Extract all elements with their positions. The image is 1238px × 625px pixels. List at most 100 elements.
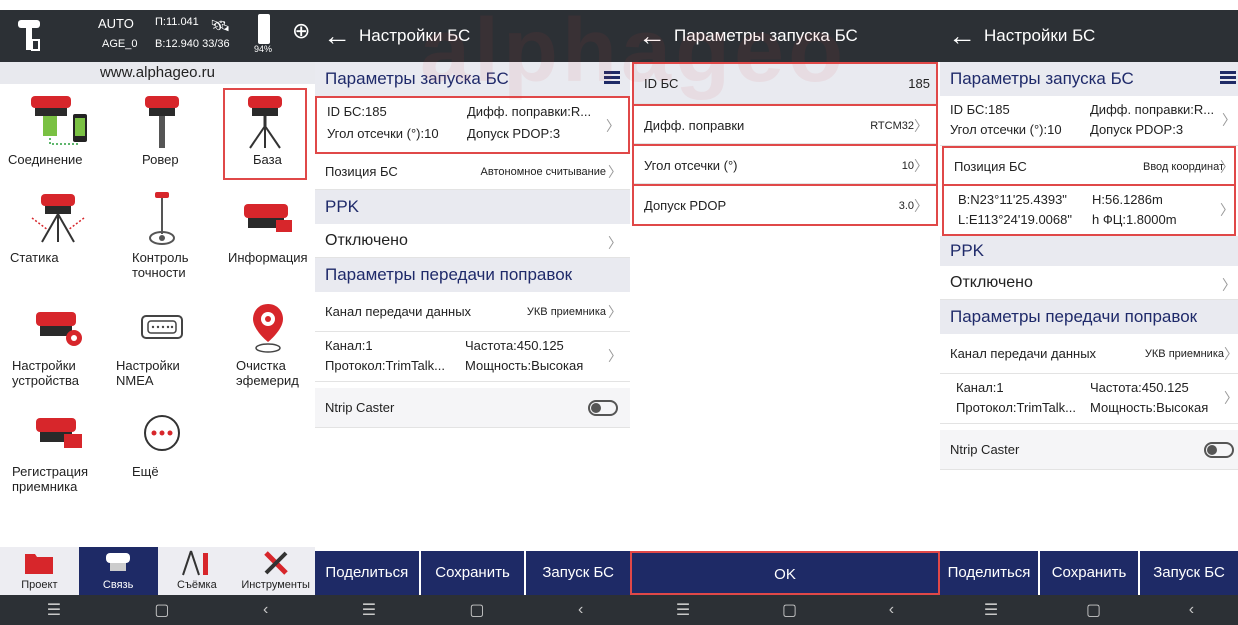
menu-nav-icon[interactable]: ☰ (47, 600, 61, 620)
pdop-text: Допуск PDOP:3 (467, 126, 561, 141)
app-header: ← Параметры запуска БС (630, 10, 940, 62)
vertical-precision: В:12.940 33/36 (155, 38, 230, 50)
row-value: 185 (908, 76, 930, 91)
row-label: Позиция БС (325, 164, 398, 179)
base-position-row[interactable]: Позиция БС Автономное считывание 〉 (315, 154, 630, 190)
save-button[interactable]: Сохранить (420, 551, 525, 595)
start-params-row[interactable]: ID БС:185 Дифф. поправки:R... Угол отсеч… (940, 96, 1238, 146)
menu-item-nmea-settings[interactable]: Настройки NMEA (112, 296, 212, 388)
list-menu-icon[interactable] (1220, 71, 1236, 85)
menu-item-clear-ephemeris[interactable]: Очистка эфемерид (218, 296, 315, 388)
main-menu-screen: AUTO AGE_0 П:11.041 В:12.940 33/36 🛰 94%… (0, 10, 315, 625)
back-arrow-icon[interactable]: ← (315, 10, 359, 62)
gps-receiver-icon (18, 20, 40, 51)
data-channel-row[interactable]: Канал передачи данных УКВ приемника 〉 (940, 334, 1238, 374)
share-button[interactable]: Поделиться (315, 551, 419, 595)
ntrip-toggle[interactable] (1204, 442, 1234, 458)
tab-project[interactable]: Проект (0, 547, 79, 595)
menu-item-more[interactable]: Ещё (112, 402, 212, 479)
section-header-ppk: PPK (940, 236, 1238, 266)
tab-connection[interactable]: Связь (78, 547, 158, 595)
compass-survey-icon (158, 547, 237, 579)
ntrip-toggle[interactable] (588, 400, 618, 416)
base-id-row[interactable]: ID БС 185 (634, 64, 936, 104)
menu-item-static[interactable]: Статика (8, 188, 108, 265)
home-nav-icon[interactable]: ▢ (782, 600, 797, 620)
horizontal-precision: П:11.041 (155, 16, 199, 28)
row-value: УКВ приемника (1144, 348, 1224, 360)
section-header-correction-transfer: Параметры передачи поправок (315, 258, 630, 292)
menu-item-receiver-registration[interactable]: Регистрация приемника (8, 402, 108, 494)
receiver-tab-icon (79, 547, 158, 579)
row-value: Отключено (950, 274, 1033, 291)
menu-item-rover[interactable]: Ровер (112, 90, 212, 167)
menu-nav-icon[interactable]: ☰ (362, 600, 376, 620)
home-nav-icon[interactable]: ▢ (154, 600, 169, 620)
power-text: Мощность:Высокая (465, 358, 584, 373)
cutoff-angle-row[interactable]: Угол отсечки (°) 10 〉 (634, 144, 936, 184)
start-base-button[interactable]: Запуск БС (526, 551, 630, 595)
list-menu-icon[interactable] (604, 71, 620, 85)
base-id-text: ID БС:185 (950, 102, 1010, 117)
menu-item-accuracy-control[interactable]: Контроль точности (112, 188, 212, 280)
coordinates-row[interactable]: B:N23°11'25.4393" H:56.1286m L:E113°24'1… (944, 186, 1234, 234)
radio-params-row[interactable]: Канал:1 Частота:450.125 Протокол:TrimTal… (940, 374, 1238, 424)
ppk-row[interactable]: Отключено 〉 (940, 266, 1238, 300)
menu-item-label: Соединение (8, 152, 83, 167)
tab-tools[interactable]: Инструменты (236, 547, 315, 595)
back-nav-icon[interactable]: ‹ (578, 601, 583, 619)
chevron-right-icon: 〉 (1224, 390, 1238, 406)
row-value: УКВ приемника (526, 306, 606, 318)
base-settings-screen-filled: ← Настройки БС Параметры запуска БС ID Б… (940, 10, 1238, 625)
section-title: Параметры запуска БС (325, 69, 509, 88)
menu-nav-icon[interactable]: ☰ (676, 600, 690, 620)
home-nav-icon[interactable]: ▢ (469, 600, 484, 620)
pdop-text: Допуск PDOP:3 (1090, 122, 1184, 137)
menu-nav-icon[interactable]: ☰ (984, 600, 998, 620)
diff-corrections-row[interactable]: Дифф. поправки RTCM32 〉 (634, 104, 936, 144)
frequency-text: Частота:450.125 (465, 338, 564, 353)
row-value: Автономное считывание (480, 166, 606, 178)
tab-survey[interactable]: Съёмка (158, 547, 237, 595)
row-label: Ntrip Caster (325, 400, 395, 415)
row-label: Ntrip Caster (950, 442, 1020, 457)
back-arrow-icon[interactable]: ← (940, 10, 984, 62)
menu-item-label: База (253, 152, 282, 167)
start-params-row[interactable]: ID БС:185 Дифф. поправки:R... Угол отсеч… (315, 96, 630, 154)
website-url: www.alphageo.ru (0, 62, 315, 84)
menu-item-connection[interactable]: Соединение (8, 90, 108, 167)
base-position-row[interactable]: Позиция БС Ввод координат 〉 (944, 148, 1234, 186)
radio-params-row[interactable]: Канал:1 Частота:450.125 Протокол:TrimTal… (315, 332, 630, 382)
back-nav-icon[interactable]: ‹ (263, 601, 268, 619)
information-icon (218, 188, 315, 250)
back-nav-icon[interactable]: ‹ (1189, 601, 1194, 619)
menu-item-base[interactable]: База (223, 88, 307, 180)
share-button[interactable]: Поделиться (940, 551, 1038, 595)
menu-item-label: Контроль точности (132, 250, 189, 280)
android-nav-bar: ☰ ▢ ‹ (315, 595, 630, 625)
menu-item-label: Статика (10, 250, 59, 265)
start-base-button[interactable]: Запуск БС (1140, 551, 1238, 595)
chevron-right-icon: 〉 (1220, 202, 1234, 218)
save-button[interactable]: Сохранить (1040, 551, 1138, 595)
menu-item-information[interactable]: Информация (218, 188, 315, 265)
battery-percent: 94% (254, 44, 273, 54)
pdop-row[interactable]: Допуск PDOP 3.0 〉 (634, 184, 936, 224)
ppk-row[interactable]: Отключено 〉 (315, 224, 630, 258)
rover-icon (112, 90, 212, 152)
ntrip-caster-row: Ntrip Caster (315, 388, 630, 428)
ok-button[interactable]: OK (630, 551, 940, 595)
chevron-right-icon: 〉 (608, 348, 622, 364)
home-nav-icon[interactable]: ▢ (1086, 600, 1101, 620)
back-nav-icon[interactable]: ‹ (889, 601, 894, 619)
location-pin-icon (218, 296, 315, 358)
menu-item-device-settings[interactable]: Настройки устройства (8, 296, 108, 388)
row-label: Дифф. поправки (644, 118, 745, 133)
back-arrow-icon[interactable]: ← (630, 10, 674, 62)
diff-corrections-text: Дифф. поправки:R... (1090, 102, 1215, 117)
base-position-group: Позиция БС Ввод координат 〉 B:N23°11'25.… (942, 146, 1236, 236)
add-icon[interactable]: ⊕ (292, 18, 310, 44)
data-channel-row[interactable]: Канал передачи данных УКВ приемника 〉 (315, 292, 630, 332)
bottom-tab-bar: Проект Связь Съёмка Инструменты (0, 547, 315, 595)
menu-item-label: Настройки устройства (12, 358, 79, 388)
